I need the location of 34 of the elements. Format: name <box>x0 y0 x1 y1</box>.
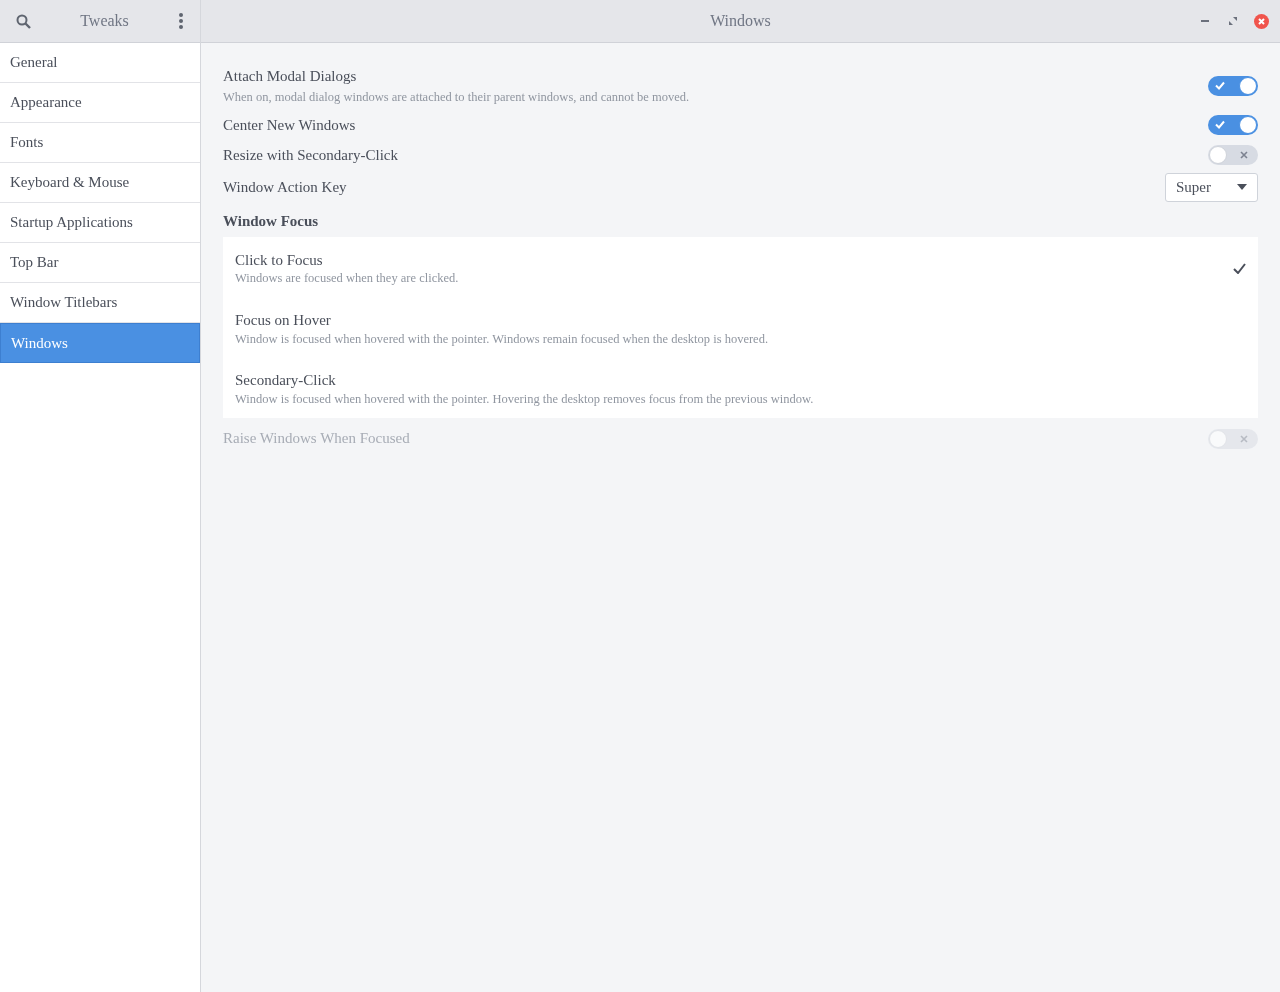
setting-label: Resize with Secondary-Click <box>223 146 398 165</box>
dropdown-button[interactable]: Super <box>1165 172 1258 202</box>
caret-icon <box>1237 184 1247 191</box>
close-button[interactable] <box>1251 11 1271 31</box>
check-icon <box>1215 80 1225 90</box>
setting-label: Window Action Key <box>223 178 347 197</box>
cross-icon <box>1240 151 1248 160</box>
search-icon[interactable] <box>16 13 31 29</box>
setting-label: Center New Windows <box>223 116 356 135</box>
minimize-icon <box>1201 20 1209 22</box>
cross-icon <box>1240 434 1248 443</box>
sidebar-item[interactable]: Fonts <box>0 123 200 163</box>
sidebar-item[interactable]: Appearance <box>0 83 200 123</box>
choice-item[interactable]: Click to Focus Windows are focused when they are clicked. <box>223 236 1258 297</box>
sidebar-item[interactable]: Keyboard & Mouse <box>0 163 200 203</box>
close-icon <box>1253 13 1269 29</box>
toggle-switch[interactable] <box>1208 75 1258 96</box>
setting-label: Raise Windows When Focused <box>223 429 410 449</box>
toggle-switch[interactable] <box>1208 115 1258 136</box>
sidebar-item[interactable]: Top Bar <box>0 243 200 283</box>
setting-description: When on, modal dialog windows are attached to their parent windows, and cannot be moved. <box>223 88 690 106</box>
sidebar-item[interactable]: General <box>0 43 200 83</box>
check-icon <box>1215 120 1225 130</box>
sidebar-item[interactable]: Startup Applications <box>0 203 200 243</box>
choice-item[interactable]: Secondary-Click Window is focused when hovered with the pointer. Hovering the desktop removes focus from the previous window. <box>223 357 1258 418</box>
section-heading: Window Focus <box>223 212 320 232</box>
menu-icon[interactable] <box>178 13 184 29</box>
choice-item[interactable]: Focus on Hover Window is focused when hovered with the pointer. Windows remain focused when the desktop is hovered. <box>223 297 1258 358</box>
window-title: Windows <box>710 11 771 31</box>
toggle-switch[interactable] <box>1208 145 1258 166</box>
app-title: Tweaks <box>80 11 129 31</box>
maximize-icon <box>1229 17 1237 25</box>
check-icon <box>1233 262 1246 274</box>
setting-label: Attach Modal Dialogs <box>223 67 358 86</box>
